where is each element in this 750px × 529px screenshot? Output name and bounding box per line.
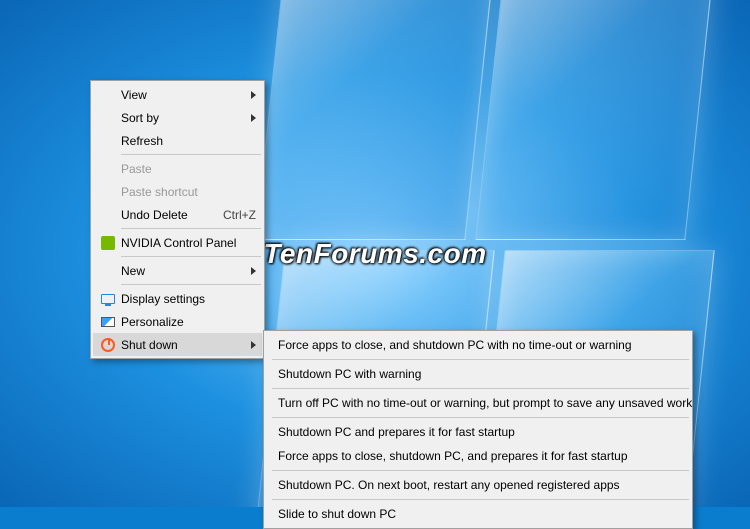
menu-separator <box>272 417 689 418</box>
menu-separator <box>272 359 689 360</box>
display-icon <box>97 290 119 308</box>
menu-separator <box>272 499 689 500</box>
submenu-item-with-warning[interactable]: Shutdown PC with warning <box>266 362 690 386</box>
menu-label: New <box>119 264 245 278</box>
menu-label: Paste shortcut <box>119 185 256 199</box>
menu-item-sort-by[interactable]: Sort by <box>93 106 262 129</box>
menu-item-paste-shortcut: Paste shortcut <box>93 180 262 203</box>
menu-label: Shut down <box>119 338 245 352</box>
menu-item-new[interactable]: New <box>93 259 262 282</box>
menu-separator <box>121 228 261 229</box>
menu-label: Shutdown PC. On next boot, restart any o… <box>276 478 684 492</box>
menu-label: Display settings <box>119 292 256 306</box>
nvidia-icon <box>97 234 119 252</box>
shutdown-submenu: Force apps to close, and shutdown PC wit… <box>263 330 693 529</box>
menu-item-undo-delete[interactable]: Undo Delete Ctrl+Z <box>93 203 262 226</box>
menu-item-paste: Paste <box>93 157 262 180</box>
submenu-item-slide[interactable]: Slide to shut down PC <box>266 502 690 526</box>
menu-label: Sort by <box>119 111 245 125</box>
menu-item-display-settings[interactable]: Display settings <box>93 287 262 310</box>
menu-label: Force apps to close, shutdown PC, and pr… <box>276 449 684 463</box>
menu-label: Paste <box>119 162 256 176</box>
desktop-context-menu: View Sort by Refresh Paste Paste shortcu… <box>90 80 265 359</box>
blank-icon <box>97 160 119 178</box>
menu-item-view[interactable]: View <box>93 83 262 106</box>
submenu-arrow-icon <box>251 91 256 99</box>
menu-label: Shutdown PC with warning <box>276 367 684 381</box>
personalize-icon <box>97 313 119 331</box>
menu-item-personalize[interactable]: Personalize <box>93 310 262 333</box>
submenu-arrow-icon <box>251 114 256 122</box>
blank-icon <box>97 206 119 224</box>
wallpaper-pane <box>255 0 494 240</box>
menu-separator <box>121 154 261 155</box>
menu-shortcut: Ctrl+Z <box>213 208 256 222</box>
menu-label: Refresh <box>119 134 256 148</box>
submenu-item-force-fast-startup[interactable]: Force apps to close, shutdown PC, and pr… <box>266 444 690 468</box>
menu-label: Force apps to close, and shutdown PC wit… <box>276 338 684 352</box>
menu-label: Slide to shut down PC <box>276 507 684 521</box>
menu-separator <box>121 256 261 257</box>
submenu-item-restart-apps[interactable]: Shutdown PC. On next boot, restart any o… <box>266 473 690 497</box>
shutdown-icon <box>97 336 119 354</box>
menu-item-refresh[interactable]: Refresh <box>93 129 262 152</box>
menu-item-shut-down[interactable]: Shut down <box>93 333 262 356</box>
menu-label: NVIDIA Control Panel <box>119 236 256 250</box>
submenu-item-force-no-timeout[interactable]: Force apps to close, and shutdown PC wit… <box>266 333 690 357</box>
submenu-arrow-icon <box>251 341 256 349</box>
menu-label: Shutdown PC and prepares it for fast sta… <box>276 425 684 439</box>
menu-label: View <box>119 88 245 102</box>
menu-label: Personalize <box>119 315 256 329</box>
submenu-item-fast-startup[interactable]: Shutdown PC and prepares it for fast sta… <box>266 420 690 444</box>
blank-icon <box>97 86 119 104</box>
blank-icon <box>97 132 119 150</box>
wallpaper-pane <box>475 0 714 240</box>
submenu-item-prompt-save[interactable]: Turn off PC with no time-out or warning,… <box>266 391 690 415</box>
blank-icon <box>97 109 119 127</box>
menu-item-nvidia-control-panel[interactable]: NVIDIA Control Panel <box>93 231 262 254</box>
menu-label: Undo Delete <box>119 208 213 222</box>
blank-icon <box>97 262 119 280</box>
submenu-arrow-icon <box>251 267 256 275</box>
menu-label: Turn off PC with no time-out or warning,… <box>276 396 692 410</box>
menu-separator <box>272 470 689 471</box>
menu-separator <box>121 284 261 285</box>
blank-icon <box>97 183 119 201</box>
menu-separator <box>272 388 689 389</box>
